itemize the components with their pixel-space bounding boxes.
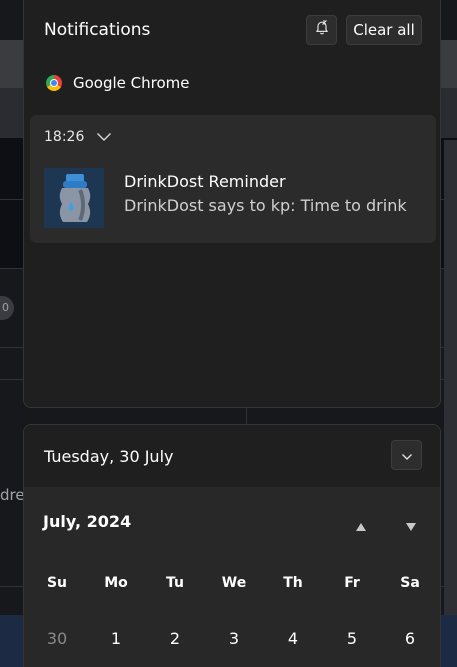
calendar-day[interactable]: 1	[96, 629, 136, 648]
calendar-day[interactable]: 30	[37, 629, 77, 648]
calendar-flyout: Tuesday, 30 July July, 2024 Su Mo Tu We …	[23, 424, 441, 667]
do-not-disturb-button[interactable]	[306, 15, 337, 45]
notification-body: DrinkDost says to kp: Time to drink	[124, 196, 407, 215]
clear-all-button[interactable]: Clear all	[346, 15, 422, 45]
calendar-collapse-button[interactable]	[391, 440, 422, 470]
background-scrollbar[interactable]	[444, 140, 457, 640]
calendar-day[interactable]: 3	[214, 629, 254, 648]
chrome-icon	[46, 75, 62, 91]
notification-title: DrinkDost Reminder	[124, 172, 286, 191]
weekday-label: Sa	[400, 575, 420, 591]
calendar-day[interactable]: 4	[273, 629, 313, 648]
next-month-icon[interactable]	[405, 517, 417, 536]
notification-group-header: Google Chrome	[46, 74, 190, 92]
notification-time: 18:26	[44, 128, 85, 145]
notification-card[interactable]: 18:26 DrinkDost Reminder DrinkDost says …	[30, 115, 436, 243]
water-bottle-icon	[44, 168, 104, 228]
calendar-day[interactable]: 6	[390, 629, 430, 648]
weekday-label: Fr	[344, 575, 360, 591]
calendar-day[interactable]: 5	[332, 629, 372, 648]
notification-time-row[interactable]: 18:26	[44, 127, 112, 146]
notification-center: Notifications Clear all Google Chrome 18…	[23, 0, 441, 408]
chevron-down-icon[interactable]	[96, 127, 112, 146]
calendar-month-label[interactable]: July, 2024	[43, 512, 131, 531]
previous-month-icon[interactable]	[355, 517, 367, 536]
weekday-label: We	[221, 575, 247, 591]
calendar-day[interactable]: 2	[155, 629, 195, 648]
weekday-label: Mo	[104, 575, 128, 591]
calendar-date-header[interactable]: Tuesday, 30 July	[44, 447, 173, 466]
weekday-label: Su	[46, 575, 68, 591]
background-badge: 0	[0, 296, 14, 320]
snooze-bell-icon	[314, 20, 330, 40]
notifications-title: Notifications	[44, 20, 151, 40]
background-scroll-top	[444, 40, 457, 90]
weekday-label: Tu	[166, 575, 184, 591]
weekday-label: Th	[283, 575, 303, 591]
calendar-body: July, 2024 Su Mo Tu We Th Fr Sa 30 1 2 3…	[24, 487, 440, 667]
chevron-down-icon	[401, 446, 413, 465]
app-name: Google Chrome	[73, 74, 190, 92]
